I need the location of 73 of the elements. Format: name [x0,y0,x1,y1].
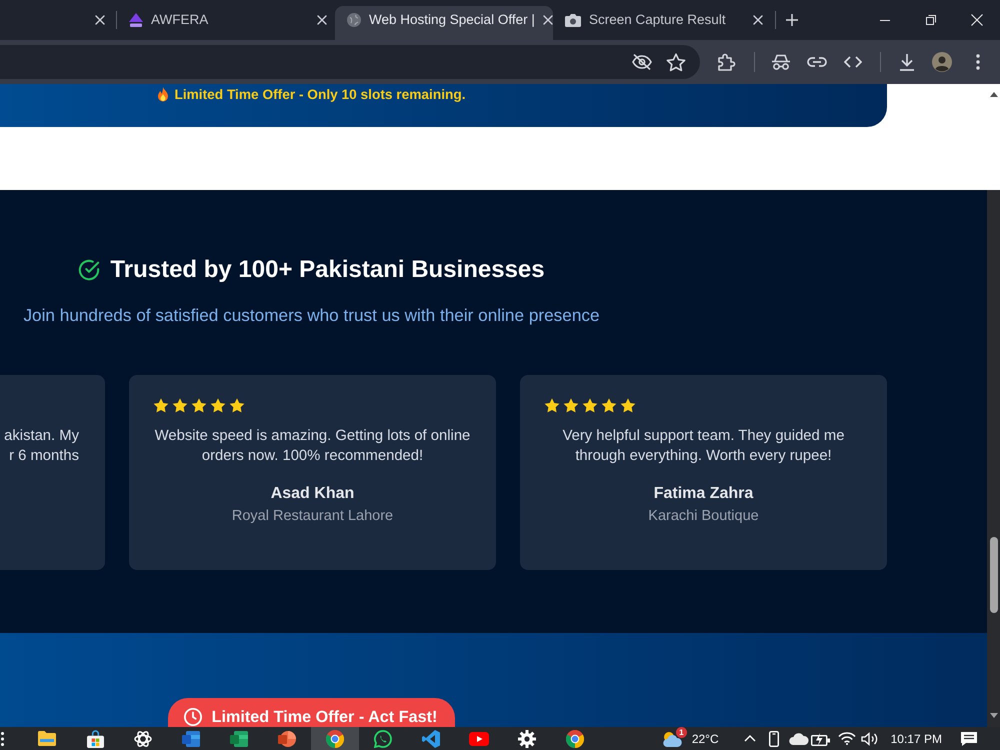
offer-button[interactable]: Limited Time Offer - Act Fast! [168,698,456,727]
chevron-up-icon[interactable] [744,735,756,742]
notification-badge: 1 [676,726,687,738]
download-icon[interactable] [899,54,915,70]
bookmark-star-icon[interactable] [666,52,686,72]
document-icon [182,730,200,746]
check-circle-icon [78,259,100,281]
star-icon [544,398,560,414]
browser-icon [326,730,344,748]
extension-icon[interactable] [718,53,736,71]
speaker-icon[interactable] [860,732,879,746]
sun-cloud-icon [662,730,682,746]
code-icon[interactable] [844,56,862,68]
plus-icon[interactable] [786,14,798,26]
section-title: Trusted by 100+ Pakistani Businesses [110,256,545,284]
video-play-icon [469,732,489,746]
chat-bubble-icon [374,730,392,748]
menu-icon[interactable] [976,54,980,70]
banner-text: Limited Time Offer - Only 10 slots remaining. [174,86,466,103]
avatar-icon[interactable] [932,52,952,72]
camera-icon [565,14,581,26]
restore-icon[interactable] [926,15,936,25]
flame-icon [157,87,170,102]
star-icon [582,398,598,414]
star-icon [601,398,617,414]
clock-icon [184,708,202,726]
section-subtitle: Join hundreds of satisfied customers who trust us with their online presence [22,305,601,325]
customer-business: Karachi Boutique [647,507,760,526]
star-icon [210,398,226,414]
code-editor-icon [422,730,440,748]
close-icon[interactable] [753,15,763,25]
star-icon [153,398,169,414]
globe-icon [347,13,361,27]
presentation-icon [278,730,296,746]
atom-icon [134,730,152,748]
quote-text: Very helpful support team. They guided me through everything. Worth every rupee! [562,427,846,466]
star-icon [229,398,245,414]
battery-charging-icon[interactable] [810,732,831,746]
star-icon [563,398,579,414]
close-icon[interactable] [317,15,327,25]
browser-tab[interactable]: AWFERA [117,6,335,40]
phone-icon[interactable] [768,730,779,746]
link-icon[interactable] [807,57,827,67]
folder-icon [38,731,56,746]
quote-text: Website speed is amazing. Getting lots of online orders now. 100% recommended! [154,427,472,466]
close-icon[interactable] [971,14,983,26]
scrollbar-thumb[interactable] [990,537,998,613]
browser-tab[interactable]: Screen Capture Result [553,6,771,40]
clock-time[interactable]: 10:17 PM [890,730,942,748]
dots-icon[interactable] [1,732,4,746]
settings-icon [518,730,536,748]
cloud-icon[interactable] [788,732,809,744]
quote-text: akistan. My r 6 months [3,427,79,466]
customer-name: Fatima Zahra [652,484,754,504]
customer-name: Asad Khan [270,484,356,504]
customer-business: Royal Restaurant Lahore [230,507,394,526]
star-icon [620,398,636,414]
star-icon [191,398,207,414]
close-icon[interactable] [542,15,553,25]
hat-glasses-icon[interactable] [771,54,791,70]
eye-slash-icon[interactable] [632,54,652,70]
notification-icon[interactable] [960,730,978,746]
wifi-icon[interactable] [838,732,856,745]
close-icon[interactable] [95,15,105,25]
weather-widget[interactable]: 1 22°C [662,730,719,748]
browser-tab[interactable]: Web Hosting Special Offer | [335,6,553,40]
shopping-bag-icon [86,730,104,748]
star-icon [172,398,188,414]
spreadsheet-icon [230,730,248,746]
logo-icon [129,13,143,27]
scroll-up-icon[interactable] [990,92,998,97]
browser-icon [566,730,584,748]
scroll-down-icon[interactable] [990,713,998,718]
